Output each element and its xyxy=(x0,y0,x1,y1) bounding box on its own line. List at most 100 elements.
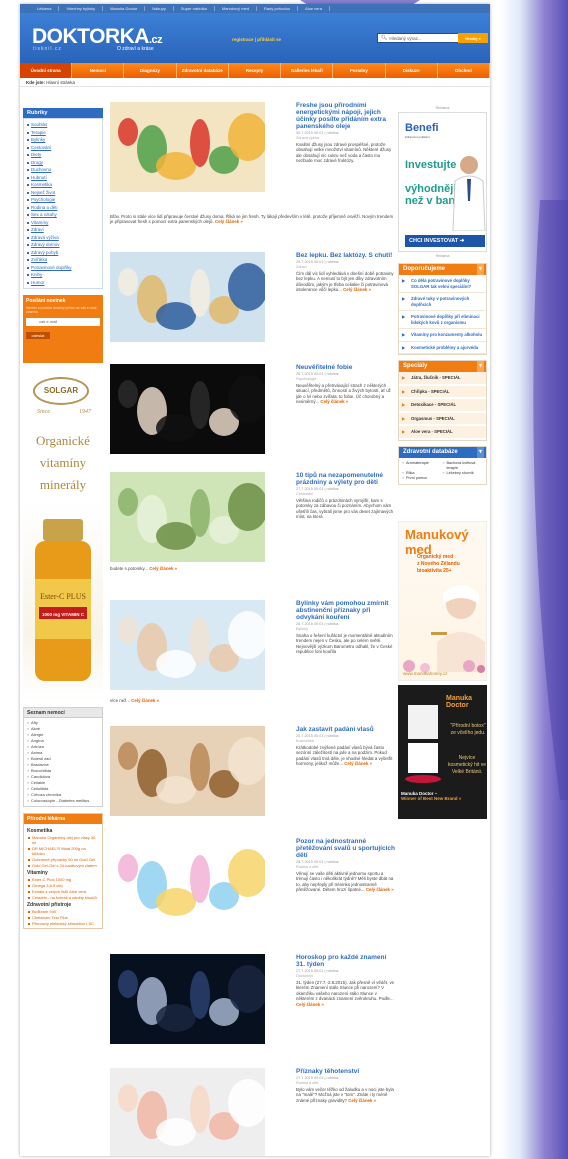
rubriky-item[interactable]: Vitamíny xyxy=(27,219,99,227)
rubriky-item[interactable]: Sex a vztahy xyxy=(27,211,99,219)
pharmacy-item[interactable]: BioBeam 940 xyxy=(27,909,99,914)
register-login-link[interactable]: registrace | přihlásit se xyxy=(232,37,281,42)
rubriky-item[interactable]: Bylinky xyxy=(27,136,99,144)
article-read-more-link[interactable]: Celý článek » xyxy=(366,887,394,892)
rubriky-item[interactable]: Souhlás xyxy=(27,121,99,129)
manuka-doctor-ad[interactable]: Manuka Doctor "Přírodní botox" ze včelíh… xyxy=(398,684,487,819)
article-category[interactable]: Bylinky xyxy=(296,627,396,632)
pharmacy-item[interactable]: Manuka Organický olej pro vlasy 30 ml xyxy=(27,835,99,845)
special-item[interactable]: Aloe vera - SPECIÁL xyxy=(399,426,486,440)
rubriky-item[interactable]: Zdravý pohyb xyxy=(27,249,99,257)
article-title[interactable]: Freshe jsou přírodními energetickými náp… xyxy=(296,102,396,130)
rubriky-item[interactable]: Knihy xyxy=(27,271,99,279)
pharmacy-item[interactable]: Ochranné přípravky 50 ml Gold Gel xyxy=(27,857,99,862)
nav-item[interactable]: Diskuze xyxy=(386,63,438,78)
article-category[interactable]: Zdravá výživa xyxy=(296,136,396,141)
rubriky-item[interactable]: Zvířátka xyxy=(27,256,99,264)
article-image[interactable] xyxy=(110,600,265,690)
manuka-honey-ad[interactable]: Manukový med Organický med z Nového Zélan… xyxy=(398,520,487,681)
database-item[interactable]: Léčebný slovník xyxy=(443,471,484,476)
pharmacy-item[interactable]: Celadrin - na bolesti a záněty kloubů xyxy=(27,895,99,900)
rubriky-item[interactable]: Humor xyxy=(27,279,99,287)
search-button[interactable]: Hledej » xyxy=(458,33,488,43)
pharmacy-item[interactable]: Ester-C Plus 1000 mg xyxy=(27,877,99,882)
rubriky-item[interactable]: Duchovno xyxy=(27,166,99,174)
rubriky-item[interactable]: Kosmetika xyxy=(27,181,99,189)
newsletter-submit-button[interactable]: odeslat xyxy=(26,332,50,339)
article-category[interactable]: Cestování xyxy=(296,492,396,497)
rubriky-item[interactable]: Diety xyxy=(27,151,99,159)
top-link[interactable]: Aloe vera xyxy=(298,6,330,11)
manuka-ad-url[interactable]: www.manukahoney.cz xyxy=(403,671,447,676)
rubriky-item[interactable]: Zdraví xyxy=(27,226,99,234)
pharmacy-item[interactable]: DR.MICHAEL'S Maat 200g na kůžoku xyxy=(27,846,99,856)
recommended-item[interactable]: Potravinové doplňky při eliminaci lidský… xyxy=(399,311,486,329)
top-link[interactable]: Všechny bylinky xyxy=(59,6,104,11)
disease-item[interactable]: Colonoskopie - Diabetes mellitus xyxy=(24,798,102,804)
rubriky-item[interactable]: Nejsež život xyxy=(27,189,99,197)
article-image[interactable] xyxy=(110,838,265,928)
special-item[interactable]: Detoxikace - SPECIÁL xyxy=(399,399,486,413)
top-link[interactable]: Manukový med xyxy=(215,6,257,11)
rubriky-item[interactable]: Cestování xyxy=(27,144,99,152)
nav-item[interactable]: Recepty xyxy=(229,63,282,78)
article-read-more-link[interactable]: Celý článek » xyxy=(215,219,243,224)
rubriky-item[interactable]: Zdravá výživa xyxy=(27,234,99,242)
article-title[interactable]: Bez lepku. Bez laktózy. S chutí! xyxy=(296,252,396,259)
article-read-more-link[interactable]: Celý článek » xyxy=(320,399,348,404)
nav-item[interactable]: Galleries lékaři xyxy=(281,63,334,78)
article-category[interactable]: Zdraví xyxy=(296,265,396,270)
top-link[interactable]: Super nabídka xyxy=(174,6,215,11)
special-item[interactable]: Chřipka - SPECIÁL xyxy=(399,385,486,399)
article-category[interactable]: Kosmetika xyxy=(296,739,396,744)
pharmacy-item[interactable]: Omega 3,6,9 olej xyxy=(27,883,99,888)
nav-item[interactable]: Úvodní strana xyxy=(20,63,73,78)
article-image[interactable] xyxy=(110,102,265,192)
article-image[interactable] xyxy=(110,954,265,1044)
search-input[interactable]: 🔍︎ Hledaný výraz... Hledej » xyxy=(377,33,488,43)
solgar-ad[interactable]: SOLGAR Since 1947 Organické vitamíny min… xyxy=(23,369,103,701)
article-category[interactable]: Rodina a děti xyxy=(296,865,396,870)
article-title[interactable]: Jak zastavit padání vlasů xyxy=(296,726,396,733)
nav-item[interactable]: Obchod xyxy=(438,63,490,78)
nav-item[interactable]: Nemoci xyxy=(72,63,125,78)
rubriky-item[interactable]: Potravinové doplňky xyxy=(27,264,99,272)
article-image[interactable] xyxy=(110,364,265,454)
database-item[interactable]: Bachova květová terapie xyxy=(443,461,484,471)
article-read-more-link[interactable]: Celý článek » xyxy=(344,761,372,766)
article-title[interactable]: Příznaky těhotenství xyxy=(296,1068,396,1075)
article-title[interactable]: Pozor na jednostranné přetěžování svalů … xyxy=(296,838,396,859)
article-read-more-link[interactable]: Celý článek » xyxy=(296,1002,324,1007)
article-category[interactable]: Psychologie xyxy=(296,377,396,382)
pharmacy-item[interactable]: Chelatorní Test Plus xyxy=(27,915,99,920)
rubriky-item[interactable]: Drogy xyxy=(27,159,99,167)
benefi-invest-button[interactable]: CHCI INVESTOVAT ➜ xyxy=(405,235,485,247)
article-title[interactable]: Bylinky vám pomohou zmírnit abstinenční … xyxy=(296,600,396,621)
top-link[interactable]: Rady pohodou xyxy=(257,6,299,11)
database-item[interactable]: První pomoc xyxy=(402,476,443,481)
article-read-more-link[interactable]: Celý článek » xyxy=(348,1098,376,1103)
article-title[interactable]: 10 tipů na nezapomenutelné prázdniny a v… xyxy=(296,472,396,486)
article-read-more-link[interactable]: Celý článek » xyxy=(149,566,177,571)
pharmacy-item[interactable]: Přenosný elektrický stimulátor LSC xyxy=(27,921,99,926)
nav-item[interactable]: Poradny xyxy=(333,63,386,78)
article-image[interactable] xyxy=(110,252,265,342)
nav-item[interactable]: Diagnózy xyxy=(124,63,177,78)
top-link[interactable]: Nákupy xyxy=(145,6,174,11)
top-link[interactable]: Manuka Doctor xyxy=(103,6,146,11)
pharmacy-item[interactable]: Gold Gel-Gel s 24-karátovým zlatem xyxy=(27,863,99,868)
database-item[interactable]: Aromaterapie xyxy=(402,461,443,471)
article-title[interactable]: Horoskop pro každé znamení 31. týden xyxy=(296,954,396,968)
rubriky-item[interactable]: Terapie xyxy=(27,129,99,137)
recommended-item[interactable]: Vitamíny pro konzumenty alkoholu xyxy=(399,329,486,342)
rubriky-item[interactable]: Zdravý domov xyxy=(27,241,99,249)
rubriky-item[interactable]: Rodina a děti xyxy=(27,204,99,212)
recommended-item[interactable]: Zdravé tuky v potravinových doplňcích xyxy=(399,293,486,311)
special-item[interactable]: Orgasmus - SPECIÁL xyxy=(399,412,486,426)
article-image[interactable] xyxy=(110,726,265,816)
recommended-item[interactable]: Kosmetické problémy a ajurvéda xyxy=(399,342,486,354)
article-category[interactable]: Duchovno xyxy=(296,974,396,979)
benefi-ad[interactable]: Benefi Zdravotní pojištění Investujte výh… xyxy=(398,112,487,252)
newsletter-email-field[interactable]: váš e-mail xyxy=(26,318,100,326)
rubriky-item[interactable]: Psychologie xyxy=(27,196,99,204)
